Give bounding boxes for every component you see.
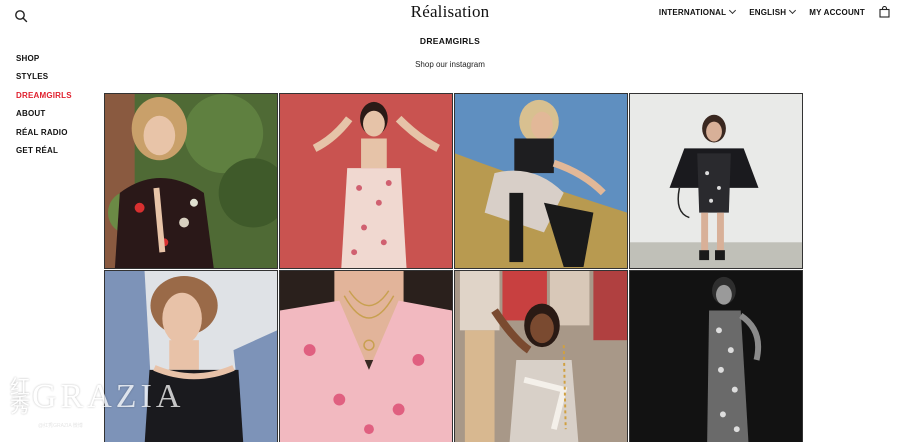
- instagram-photo[interactable]: [454, 270, 628, 442]
- top-bar: Réalisation INTERNATIONAL ENGLISH MY ACC…: [0, 0, 900, 32]
- instagram-photo[interactable]: [104, 93, 278, 269]
- shop-instagram-subtitle: Shop our instagram: [415, 60, 485, 69]
- side-nav-styles[interactable]: STYLES: [16, 72, 72, 90]
- side-nav-dreamgirls[interactable]: DREAMGIRLS: [16, 91, 72, 109]
- instagram-photo[interactable]: [279, 93, 453, 269]
- language-label: ENGLISH: [749, 7, 787, 17]
- side-nav-get-real[interactable]: GET RÉAL: [16, 146, 72, 164]
- instagram-grid: [104, 93, 804, 442]
- chevron-down-icon: [729, 6, 737, 15]
- language-selector[interactable]: ENGLISH: [749, 6, 797, 17]
- side-nav-about[interactable]: ABOUT: [16, 109, 72, 127]
- shopping-bag-icon[interactable]: [879, 6, 890, 18]
- watermark-grazia: GRAZIA: [32, 378, 185, 415]
- international-selector[interactable]: INTERNATIONAL: [658, 6, 737, 17]
- instagram-photo[interactable]: [279, 270, 453, 442]
- side-nav: SHOP STYLES DREAMGIRLS ABOUT RÉAL RADIO …: [16, 54, 72, 164]
- side-nav-shop[interactable]: SHOP: [16, 54, 72, 72]
- international-label: INTERNATIONAL: [658, 7, 727, 17]
- instagram-photo[interactable]: [104, 270, 278, 442]
- watermark-chinese: 红秀: [10, 375, 30, 417]
- chevron-down-icon: [789, 6, 797, 15]
- instagram-photo[interactable]: [629, 93, 803, 269]
- instagram-photo[interactable]: [629, 270, 803, 442]
- instagram-photo[interactable]: [454, 93, 628, 269]
- side-nav-real-radio[interactable]: RÉAL RADIO: [16, 128, 72, 146]
- page-title: DREAMGIRLS: [419, 36, 481, 46]
- watermark-handle: @红秀GRAZIA 微博: [38, 423, 83, 429]
- top-nav: INTERNATIONAL ENGLISH MY ACCOUNT: [659, 6, 890, 18]
- grazia-watermark: 红秀 GRAZIA @红秀GRAZIA 微博: [10, 375, 185, 429]
- my-account-link[interactable]: MY ACCOUNT: [809, 8, 865, 17]
